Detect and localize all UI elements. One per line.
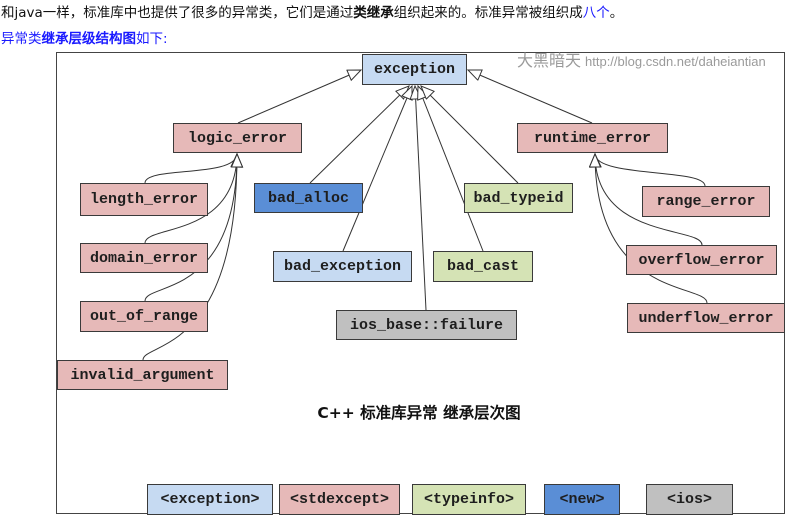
node-label: runtime_error (533, 129, 652, 147)
node-label: bad_typeid (473, 189, 564, 207)
legend-label: <exception> (160, 491, 260, 508)
node-label: overflow_error (638, 251, 765, 269)
watermark: 大黑暗天 http://blog.csdn.net/daheiantian (517, 53, 766, 71)
legend-label: <typeinfo> (423, 491, 514, 508)
watermark-author: 大黑暗天 (517, 53, 582, 70)
node-label: ios_base::failure (349, 316, 504, 334)
node-runtime-error: runtime_error (517, 123, 668, 153)
legend-exception-header: <exception> (147, 484, 273, 515)
node-label: length_error (89, 191, 199, 208)
node-underflow-error: underflow_error (627, 303, 785, 333)
node-out-of-range: out_of_range (80, 301, 208, 332)
legend-ios-header: <ios> (646, 484, 733, 515)
edge-bad_typeid-to-exception (421, 86, 519, 184)
edge-runtime_error-to-exception (468, 70, 593, 124)
legend-label: <ios> (666, 491, 712, 508)
node-label: underflow_error (638, 309, 774, 327)
node-label: out_of_range (89, 308, 199, 325)
edge-out_of_range-to-logic_error (144, 154, 237, 302)
node-range-error: range_error (642, 186, 770, 217)
edge-logic_error-to-exception (237, 70, 361, 124)
legend-label: <stdexcept> (289, 491, 390, 508)
node-length-error: length_error (80, 183, 208, 216)
node-ios-base-failure: ios_base::failure (336, 310, 517, 340)
node-bad-exception: bad_exception (273, 251, 412, 282)
node-domain-error: domain_error (80, 243, 208, 273)
node-label: exception (373, 61, 455, 78)
legend-new-header: <new> (544, 484, 620, 515)
node-label: bad_cast (446, 258, 519, 275)
node-label: logic_error (187, 129, 288, 147)
node-bad-typeid: bad_typeid (464, 183, 573, 213)
node-overflow-error: overflow_error (626, 245, 777, 275)
node-label: domain_error (89, 249, 199, 267)
node-label: invalid_argument (70, 366, 215, 384)
legend-stdexcept-header: <stdexcept> (279, 484, 400, 515)
edge-bad_alloc-to-exception (309, 86, 409, 184)
node-invalid-argument: invalid_argument (57, 360, 228, 390)
legend-label: <new> (559, 491, 605, 508)
edge-bad_cast-to-exception (418, 86, 484, 252)
edge-bad_exception-to-exception (342, 86, 412, 252)
node-label: bad_alloc (267, 189, 349, 207)
edge-ios_base_failure-to-exception (415, 86, 427, 311)
node-label: range_error (656, 193, 756, 210)
node-exception: exception (362, 54, 467, 85)
edge-range_error-to-runtime_error (595, 154, 706, 187)
edge-length_error-to-logic_error (144, 154, 237, 184)
legend-typeinfo-header: <typeinfo> (412, 484, 526, 515)
node-label: bad_exception (283, 258, 402, 275)
watermark-url: http://blog.csdn.net/daheiantian (585, 54, 766, 69)
edge-underflow_error-to-runtime_error (595, 154, 708, 304)
diagram-title: C++ 标准库异常 继承层次图 (317, 404, 521, 422)
node-bad-cast: bad_cast (433, 251, 533, 282)
node-logic-error: logic_error (173, 123, 302, 153)
node-bad-alloc: bad_alloc (254, 183, 363, 213)
